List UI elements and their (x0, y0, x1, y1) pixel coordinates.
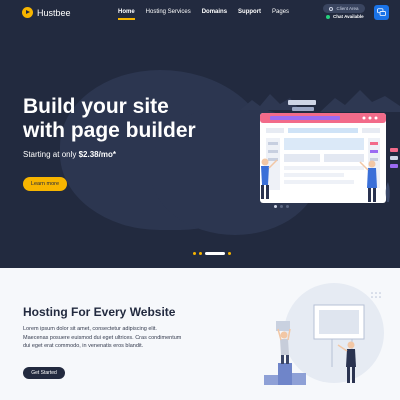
hero-subtitle-prefix: Starting at only (23, 150, 79, 159)
section-title: Hosting For Every Website (23, 305, 176, 319)
carousel-dot[interactable] (193, 252, 196, 255)
nav-item-support[interactable]: Support (238, 9, 261, 15)
illustration-dots (274, 205, 289, 208)
chat-status: Chat Available (326, 14, 364, 19)
carousel-dot[interactable] (199, 252, 202, 255)
user-icon (329, 6, 334, 11)
hero-title-line-2: with page builder (23, 119, 196, 142)
get-started-button[interactable]: Get Started (23, 367, 65, 379)
section-body: Lorem ipsum dolor sit amet, consectetur … (23, 326, 182, 349)
team-building-illustration (264, 283, 384, 385)
hero-title-line-1: Build your site (23, 95, 169, 118)
client-area-button[interactable]: Client Area (323, 4, 365, 13)
chat-button[interactable] (374, 5, 389, 20)
logo-icon (22, 7, 33, 18)
chat-bubbles-icon (377, 8, 386, 16)
chat-status-label: Chat Available (333, 14, 364, 19)
hero-price: $2.38/mo* (78, 150, 116, 159)
main-navigation: Home Hosting Services Domains Support Pa… (118, 9, 289, 20)
hero-title: Build your site with page builder (23, 95, 253, 143)
illustration-dot (274, 205, 277, 208)
illustration-dot (280, 205, 283, 208)
online-dot-icon (326, 14, 330, 19)
nav-item-home[interactable]: Home (118, 9, 135, 20)
carousel-dot[interactable] (228, 252, 231, 255)
learn-more-button[interactable]: Learn more (23, 177, 67, 191)
nav-item-pages[interactable]: Pages (272, 9, 289, 15)
nav-item-domains[interactable]: Domains (202, 9, 227, 15)
hero-banner: Hustbee Home Hosting Services Domains Su… (0, 0, 400, 268)
carousel-active-indicator[interactable] (205, 252, 225, 255)
illustration-dot (286, 205, 289, 208)
brand-logo[interactable]: Hustbee (22, 7, 71, 18)
nav-item-hosting-services[interactable]: Hosting Services (146, 9, 191, 15)
client-area-label: Client Area (336, 6, 359, 11)
hero-subtitle: Starting at only $2.38/mo* (23, 150, 116, 159)
brand-name: Hustbee (37, 7, 71, 18)
carousel-pagination (193, 252, 231, 255)
page-builder-illustration (260, 100, 398, 203)
